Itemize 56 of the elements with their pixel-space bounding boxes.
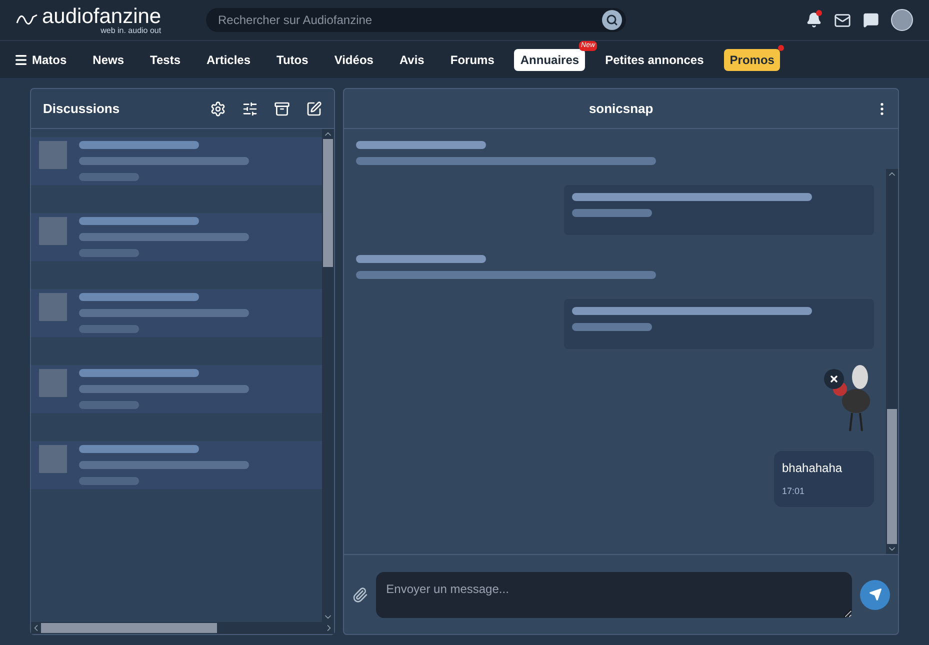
archive-icon[interactable] <box>274 100 290 116</box>
logo-tagline: web in. audio out <box>100 26 162 34</box>
nav-link[interactable]: News <box>86 48 130 70</box>
search-field[interactable]: Rechercher sur Audiofanzine <box>206 8 626 32</box>
horizontal-scrollbar[interactable] <box>31 622 334 634</box>
notifications-button[interactable] <box>806 12 822 28</box>
scroll-thumb[interactable] <box>41 623 217 633</box>
avatar <box>39 141 67 169</box>
nav-link[interactable]: Articles <box>200 48 257 70</box>
scroll-thumb[interactable] <box>887 409 897 544</box>
nav-link[interactable]: Avis <box>393 48 430 70</box>
blurred-conversation[interactable] <box>31 137 322 185</box>
blurred-text <box>79 325 139 333</box>
blurred-text <box>79 173 139 181</box>
compose-icon[interactable] <box>306 100 322 116</box>
blurred-text <box>79 401 139 409</box>
blurred-text <box>79 249 139 257</box>
nav-link[interactable]: Annuaires <box>514 48 586 70</box>
remove-button[interactable] <box>824 369 844 389</box>
avatar[interactable] <box>891 9 913 31</box>
close-icon <box>829 374 839 384</box>
send-button[interactable] <box>860 580 890 610</box>
avatar <box>39 445 67 473</box>
nav-link[interactable]: Tutos <box>270 48 314 70</box>
avatar <box>39 293 67 321</box>
avatar <box>39 369 67 397</box>
blurred-conversation[interactable] <box>31 365 322 413</box>
message-field[interactable]: Envoyer un message... <box>376 572 852 618</box>
blurred-conversation[interactable] <box>31 441 322 489</box>
nav-link[interactable]: Tests <box>144 48 186 70</box>
sliders-icon[interactable] <box>242 100 258 116</box>
mail-icon[interactable] <box>834 12 851 28</box>
nav-link[interactable]: Petites annonces <box>599 48 710 70</box>
logo-text: audiofanzine <box>42 6 162 26</box>
menu-icon <box>14 52 28 66</box>
search-icon <box>606 14 618 26</box>
panel-title: Discussions <box>43 100 121 118</box>
nav-link[interactable]: Forums <box>444 48 500 70</box>
waveform-logo-icon <box>16 13 38 27</box>
scrollbar[interactable] <box>322 129 334 622</box>
blurred-text <box>79 477 139 485</box>
attach-icon[interactable] <box>352 586 368 602</box>
chat-icon[interactable] <box>863 12 879 28</box>
nav-link[interactable]: Matos <box>8 48 73 70</box>
scroll-thumb[interactable] <box>323 139 334 267</box>
message-text: bhahahaha <box>782 460 844 477</box>
avatar <box>39 217 67 245</box>
nav-link[interactable]: Promos <box>724 48 780 70</box>
send-icon <box>868 588 882 601</box>
blurred-conversation[interactable] <box>31 213 322 261</box>
chat-title: sonicsnap <box>588 100 654 118</box>
nav-link[interactable]: Vidéos <box>328 48 380 70</box>
blurred-conversation[interactable] <box>31 289 322 337</box>
message-time: 17:01 <box>782 485 806 498</box>
scrollbar[interactable] <box>886 169 898 554</box>
settings-icon[interactable] <box>210 100 226 116</box>
